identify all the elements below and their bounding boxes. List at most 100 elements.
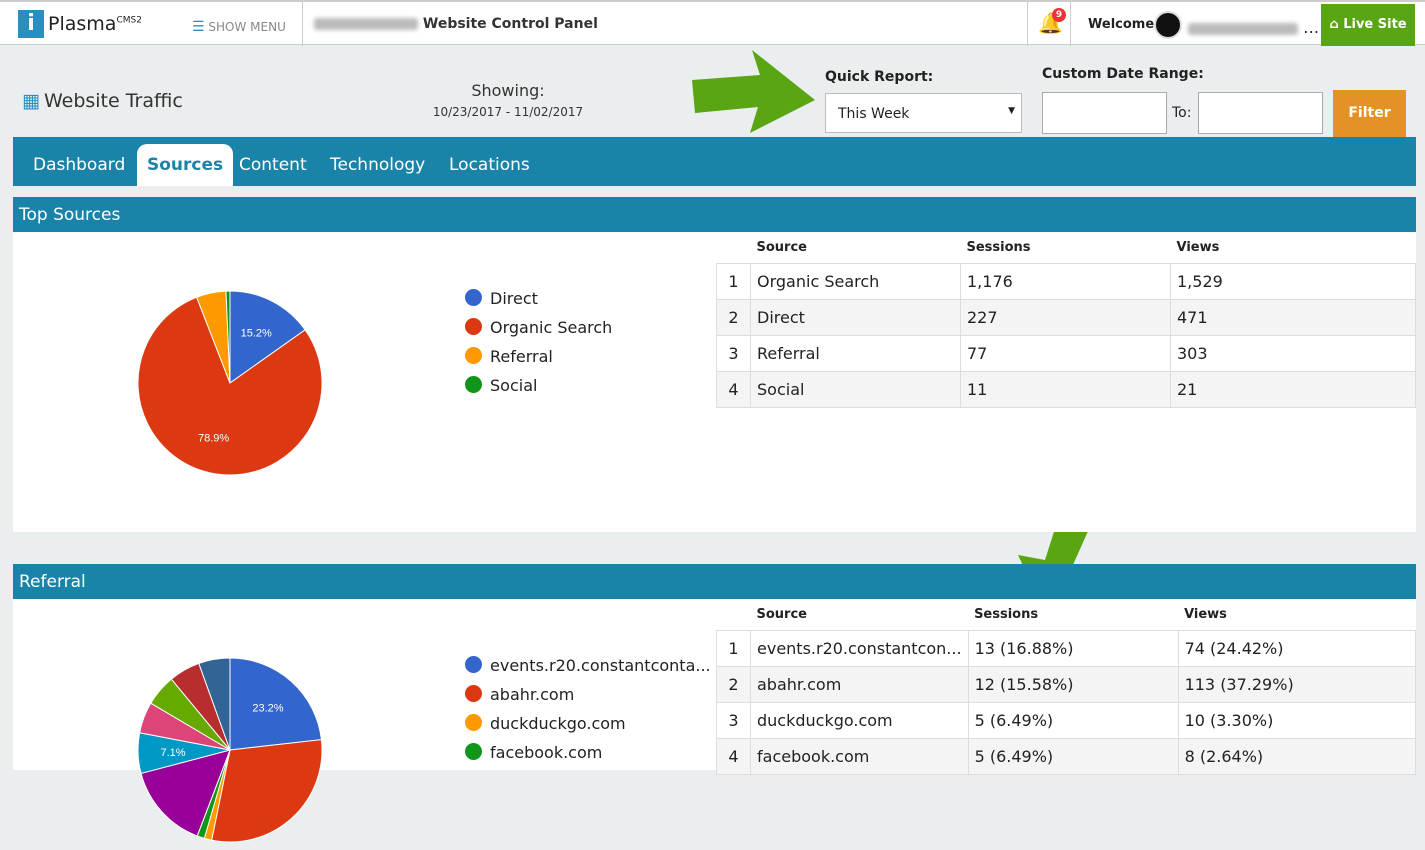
legend-item[interactable]: duckduckgo.com [465, 714, 711, 743]
divider [302, 2, 303, 46]
legend-item[interactable]: Social [465, 376, 612, 405]
table-cell: 11 [960, 370, 1171, 408]
divider [1027, 2, 1028, 46]
table-cell: 12 (15.58%) [967, 665, 1179, 703]
top-sources-pie: 15.2% 78.9% [137, 290, 323, 476]
table-cell: 1,529 [1170, 262, 1416, 300]
legend-dot-icon [465, 376, 482, 393]
logo-icon: i [18, 10, 44, 38]
table-cell: 21 [1170, 370, 1416, 408]
legend-dot-icon [465, 743, 482, 760]
notification-badge: 9 [1052, 8, 1066, 22]
table-cell: 77 [960, 334, 1171, 372]
table-cell: 4 [716, 737, 751, 775]
column-header: Sessions [968, 599, 1179, 631]
column-header: Views [1178, 599, 1416, 631]
legend-item[interactable]: events.r20.constantconta... [465, 656, 711, 685]
logo-text: Plasma [48, 13, 117, 35]
table-cell: Direct [750, 298, 961, 336]
header-index [716, 599, 751, 631]
top-sources-legend: Direct Organic Search Referral Social [465, 289, 612, 405]
table-cell: abahr.com [750, 665, 969, 703]
referral-table: Source Sessions Views 1 events.r20.constantc… [716, 599, 1417, 775]
tab-content[interactable]: Content [229, 144, 317, 186]
column-header: Sessions [960, 232, 1171, 264]
legend-item[interactable]: facebook.com [465, 743, 711, 772]
top-sources-title: Top Sources [13, 197, 1416, 232]
table-cell: 2 [716, 665, 751, 703]
header-index [716, 232, 751, 264]
legend-label: duckduckgo.com [490, 714, 626, 733]
table-cell: 4 [716, 370, 751, 408]
quick-report-select[interactable]: This Week ▼ [825, 93, 1022, 133]
table-cell: 1 [716, 262, 751, 300]
hamburger-icon: ☰ [192, 19, 205, 35]
live-site-button[interactable]: ⌂ Live Site [1321, 4, 1415, 46]
slice-label: 78.9% [198, 433, 229, 445]
tab-technology[interactable]: Technology [320, 144, 435, 186]
legend-label: abahr.com [490, 685, 575, 704]
user-name[interactable]: … [1188, 18, 1319, 37]
blurred-domain [314, 18, 418, 30]
end-date-input[interactable] [1198, 92, 1323, 134]
legend-dot-icon [465, 347, 482, 364]
custom-range-label: Custom Date Range: [1042, 66, 1204, 82]
filter-button[interactable]: Filter [1333, 90, 1406, 137]
tab-dashboard[interactable]: Dashboard [23, 144, 135, 186]
legend-item[interactable]: Referral [465, 347, 612, 376]
quick-report-value: This Week [838, 106, 910, 122]
table-row[interactable]: 3 duckduckgo.com 5 (6.49%) 10 (3.30%) [716, 701, 1417, 739]
show-menu-button[interactable]: ☰ SHOW MENU [192, 19, 286, 35]
table-row[interactable]: 4 Social 11 21 [716, 370, 1416, 408]
legend-dot-icon [465, 318, 482, 335]
table-cell: facebook.com [750, 737, 969, 775]
start-date-input[interactable] [1042, 92, 1167, 134]
top-sources-table: Source Sessions Views 1 Organic Search 1,176 1… [716, 232, 1416, 408]
legend-item[interactable]: abahr.com [465, 685, 711, 714]
arrow-annotation [692, 50, 815, 133]
panel-title-text: Website Control Panel [422, 16, 598, 32]
caret-down-icon: ▼ [1008, 106, 1015, 116]
table-row[interactable]: 2 Direct 227 471 [716, 298, 1416, 336]
to-label: To: [1172, 105, 1192, 121]
table-cell: 74 (24.42%) [1177, 629, 1417, 667]
table-row[interactable]: 3 Referral 77 303 [716, 334, 1416, 372]
legend-label: Organic Search [490, 318, 613, 337]
welcome-label: Welcome [1088, 17, 1155, 32]
table-row[interactable]: 1 Organic Search 1,176 1,529 [716, 262, 1416, 300]
table-cell: 303 [1170, 334, 1416, 372]
table-cell: events.r20.constantcon... [750, 629, 969, 667]
page-title-text: Website Traffic [43, 90, 183, 112]
table-cell: 1,176 [960, 262, 1171, 300]
table-row[interactable]: 2 abahr.com 12 (15.58%) 113 (37.29%) [716, 665, 1417, 703]
tab-locations[interactable]: Locations [439, 144, 540, 186]
table-row[interactable]: 1 events.r20.constantcon... 13 (16.88%) 74 … [716, 629, 1417, 667]
legend-dot-icon [465, 656, 482, 673]
legend-label: events.r20.constantconta... [490, 656, 711, 675]
tab-sources[interactable]: Sources [137, 144, 234, 186]
column-header: Source [750, 599, 969, 631]
blurred-username [1188, 22, 1298, 35]
table-cell: Organic Search [750, 262, 961, 300]
logo[interactable]: PlasmaCMS2 [48, 13, 142, 35]
slice-label: 15.2% [241, 327, 272, 339]
top-header: i PlasmaCMS2 ☰ SHOW MENU Website Control… [0, 0, 1425, 46]
table-cell: 5 (6.49%) [967, 701, 1179, 739]
legend-label: Social [490, 376, 538, 395]
legend-item[interactable]: Direct [465, 289, 612, 318]
table-row[interactable]: 4 facebook.com 5 (6.49%) 8 (2.64%) [716, 737, 1417, 775]
slice-label: 23.2% [252, 702, 283, 714]
legend-dot-icon [465, 714, 482, 731]
table-cell: 113 (37.29%) [1177, 665, 1417, 703]
legend-dot-icon [465, 289, 482, 306]
live-site-label: Live Site [1343, 17, 1407, 32]
referral-pie: 23.2% 7.1% [137, 657, 323, 843]
legend-item[interactable]: Organic Search [465, 318, 612, 347]
menu-label: SHOW MENU [208, 20, 286, 34]
column-header: Views [1170, 232, 1416, 264]
table-cell: 2 [716, 298, 751, 336]
avatar[interactable] [1154, 11, 1182, 39]
referral-title: Referral [13, 564, 1416, 599]
slice-label: 7.1% [160, 747, 185, 759]
table-header: Source Sessions Views [716, 599, 1416, 631]
